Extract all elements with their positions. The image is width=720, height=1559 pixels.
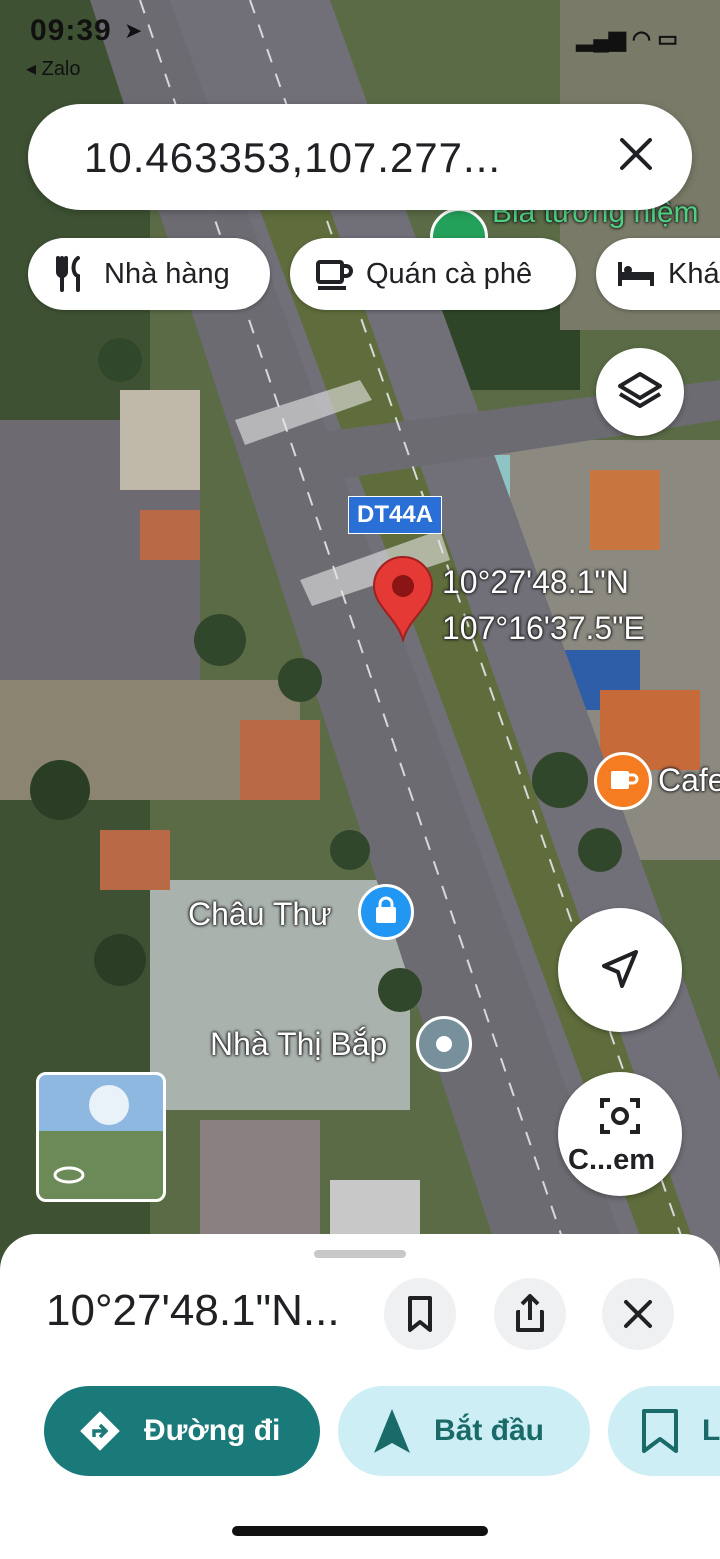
close-icon[interactable]: [616, 134, 656, 174]
sun-glare: [89, 1085, 129, 1125]
share-icon: [516, 1294, 544, 1332]
cafe-marker[interactable]: [594, 752, 652, 810]
place-title: 10°27'48.1"N...: [46, 1286, 340, 1335]
camera-lens-icon: [600, 1098, 640, 1134]
home-indicator[interactable]: [232, 1526, 488, 1536]
signal-wifi-battery-icons: ▂▄▆ ◠ ▭: [576, 26, 678, 51]
place-sheet[interactable]: 10°27'48.1"N... Đường đi Bắt đầu L: [0, 1234, 720, 1559]
share-button[interactable]: [494, 1278, 566, 1350]
status-bar: 09:39 ➤ ◂ Zalo ▂▄▆ ◠ ▭: [0, 0, 720, 90]
navigation-icon: [374, 1409, 410, 1453]
layers-icon: [618, 372, 662, 408]
camera-search-button[interactable]: C...em: [558, 1072, 682, 1196]
shopping-marker[interactable]: [358, 884, 414, 940]
location-arrow-icon: ➤: [124, 18, 143, 43]
chip-coffee[interactable]: Quán cà phê: [290, 238, 576, 310]
directions-icon: [80, 1411, 120, 1451]
my-location-button[interactable]: [558, 908, 682, 1032]
coffee-cup-icon: [611, 771, 639, 789]
status-time: 09:39: [30, 14, 112, 47]
street-view-thumbnail[interactable]: [36, 1072, 166, 1202]
bookmark-icon: [642, 1409, 678, 1453]
chip-restaurant[interactable]: Nhà hàng: [28, 238, 270, 310]
restaurant-icon: [56, 256, 80, 292]
hotel-icon: [618, 262, 654, 286]
poi-cafe: Cafe: [658, 762, 720, 798]
close-sheet-button[interactable]: [602, 1278, 674, 1350]
rotate-360-icon: [53, 1166, 85, 1184]
start-label: Bắt đầu: [434, 1414, 545, 1447]
drag-handle[interactable]: [314, 1250, 406, 1258]
poi-chau-thu: Châu Thư: [188, 896, 332, 932]
camera-label: C...em: [568, 1144, 656, 1176]
dot-icon: [436, 1036, 452, 1052]
pin-latitude: 10°27'48.1"N: [442, 564, 629, 600]
back-to-app-link[interactable]: ◂ Zalo: [26, 56, 81, 81]
directions-button[interactable]: Đường đi: [44, 1386, 320, 1476]
navigation-arrow-icon: [602, 950, 638, 988]
layers-button[interactable]: [596, 348, 684, 436]
chip-restaurant-label: Nhà hàng: [104, 257, 230, 290]
place-marker[interactable]: [416, 1016, 472, 1072]
close-icon: [624, 1300, 652, 1328]
save-button[interactable]: [384, 1278, 456, 1350]
chip-hotel-label: Khá: [668, 257, 720, 290]
pin-longitude: 107°16'37.5"E: [442, 610, 645, 646]
bookmark-icon: [408, 1296, 432, 1332]
search-bar[interactable]: 10.463353,107.277...: [28, 104, 692, 210]
poi-nha-thi-bap: Nhà Thị Bắp: [210, 1026, 388, 1062]
save-list-button[interactable]: L: [608, 1386, 720, 1476]
save-list-label: L: [702, 1414, 720, 1447]
road-label: DT44A: [348, 496, 443, 534]
chip-hotel[interactable]: Khá: [596, 238, 720, 310]
start-button[interactable]: Bắt đầu: [338, 1386, 590, 1476]
shopping-bag-icon: [376, 896, 396, 923]
location-pin-icon[interactable]: [372, 556, 434, 642]
search-query[interactable]: 10.463353,107.277...: [84, 134, 501, 182]
chip-coffee-label: Quán cà phê: [366, 257, 533, 290]
directions-label: Đường đi: [144, 1414, 281, 1447]
coffee-icon: [316, 260, 353, 290]
